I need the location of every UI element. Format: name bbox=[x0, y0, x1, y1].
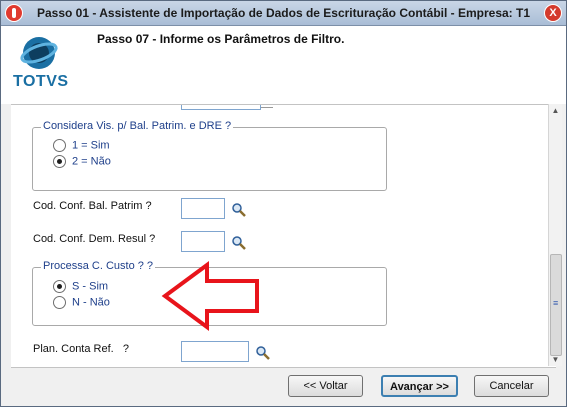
radio-button[interactable] bbox=[53, 280, 66, 293]
red-arrow-icon bbox=[161, 261, 259, 331]
radio-label: 1 = Sim bbox=[72, 139, 110, 152]
wizard-header: TOTVS Passo 07 - Informe os Parâmetros d… bbox=[1, 26, 566, 104]
step-title: Passo 07 - Informe os Parâmetros de Filt… bbox=[97, 32, 345, 46]
radio-button[interactable] bbox=[53, 139, 66, 152]
next-button[interactable]: Avançar >> bbox=[381, 375, 458, 397]
logo-text: TOTVS bbox=[13, 73, 69, 90]
radio-considera-nao[interactable]: 2 = Não bbox=[53, 155, 111, 168]
radio-label: 2 = Não bbox=[72, 155, 111, 168]
close-icon[interactable]: X bbox=[544, 4, 562, 22]
scroll-up-icon[interactable]: ▲ bbox=[549, 104, 562, 117]
window-title: Passo 01 - Assistente de Importação de D… bbox=[36, 6, 531, 20]
group-considera: Considera Vis. p/ Bal. Patrim. e DRE ? 1… bbox=[32, 120, 387, 191]
cod-conf-dem-input[interactable] bbox=[181, 231, 225, 252]
search-icon[interactable] bbox=[231, 202, 247, 218]
radio-label: N - Não bbox=[72, 296, 110, 309]
cod-conf-bal-input[interactable] bbox=[181, 198, 225, 219]
radio-button[interactable] bbox=[53, 155, 66, 168]
title-bar: Passo 01 - Assistente de Importação de D… bbox=[1, 1, 566, 26]
cod-conf-dem-label: Cod. Conf. Dem. Resul ? bbox=[33, 233, 156, 245]
wizard-window: Passo 01 - Assistente de Importação de D… bbox=[0, 0, 567, 407]
plan-conta-label: Plan. Conta Ref. ? bbox=[33, 343, 129, 355]
search-icon[interactable] bbox=[255, 345, 271, 361]
group-considera-title: Considera Vis. p/ Bal. Patrim. e DRE ? bbox=[41, 120, 234, 132]
cancel-button[interactable]: Cancelar bbox=[474, 375, 549, 397]
radio-button[interactable] bbox=[53, 296, 66, 309]
plan-conta-input[interactable] bbox=[181, 341, 249, 362]
radio-processa-sim[interactable]: S - Sim bbox=[53, 280, 108, 293]
scroll-down-icon[interactable]: ▼ bbox=[549, 353, 562, 366]
totvs-logo-icon bbox=[20, 37, 58, 69]
radio-processa-nao[interactable]: N - Não bbox=[53, 296, 110, 309]
scroll-thumb[interactable]: ≡ bbox=[550, 254, 562, 356]
grip-icon: ≡ bbox=[553, 298, 559, 308]
partial-search-icon[interactable] bbox=[261, 105, 273, 108]
radio-considera-sim[interactable]: 1 = Sim bbox=[53, 139, 110, 152]
radio-label: S - Sim bbox=[72, 280, 109, 293]
back-button[interactable]: << Voltar bbox=[288, 375, 363, 397]
cod-conf-bal-label: Cod. Conf. Bal. Patrim ? bbox=[33, 200, 152, 212]
filter-panel: Considera Vis. p/ Bal. Patrim. e DRE ? 1… bbox=[11, 104, 556, 368]
vertical-scrollbar[interactable]: ▲ ≡ ▼ bbox=[548, 104, 562, 366]
group-processa-title: Processa C. Custo ? ? bbox=[41, 260, 156, 272]
partial-input[interactable] bbox=[181, 105, 261, 110]
search-icon[interactable] bbox=[231, 235, 247, 251]
